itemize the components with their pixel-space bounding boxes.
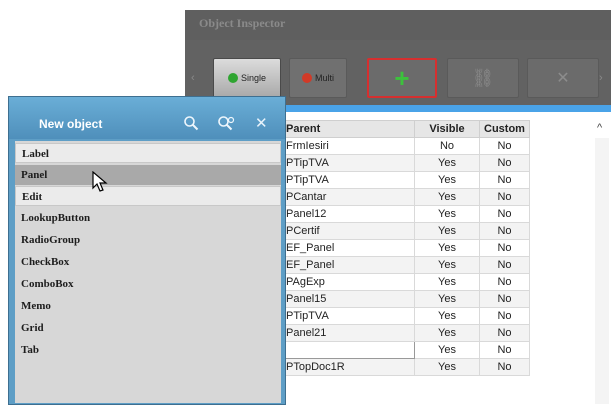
cell-parent[interactable]: Panel12 — [281, 205, 415, 223]
close-icon[interactable]: ✕ — [255, 114, 268, 132]
search-icon[interactable] — [183, 115, 199, 134]
single-icon — [227, 73, 238, 83]
cell-parent[interactable]: Panel21 — [281, 324, 415, 342]
cell-custom[interactable]: No — [479, 324, 530, 342]
panel-title: New object — [39, 117, 103, 131]
list-item[interactable]: Grid — [15, 318, 281, 338]
cell-custom[interactable]: No — [479, 290, 530, 308]
table-row[interactable]: PCertif Yes No — [281, 222, 530, 240]
cell-parent[interactable]: EF_Panel — [281, 256, 415, 274]
grid-header-row: Parent Visible Custom — [281, 120, 530, 138]
cell-custom[interactable]: No — [479, 307, 530, 325]
table-row[interactable]: Yes No — [281, 341, 530, 359]
new-object-header: New object ✕ — [9, 97, 285, 139]
search-settings-icon[interactable] — [217, 115, 235, 134]
cell-parent[interactable]: Panel15 — [281, 290, 415, 308]
cell-custom[interactable]: No — [479, 358, 530, 376]
multi-label: Multi — [314, 73, 334, 83]
list-item[interactable]: Tab — [15, 340, 281, 360]
link-icon: ⛓ — [471, 67, 495, 88]
single-button[interactable]: Single — [213, 58, 281, 98]
table-row[interactable]: EF_Panel Yes No — [281, 256, 530, 274]
table-row[interactable]: Panel15 Yes No — [281, 290, 530, 308]
list-item[interactable]: ComboBox — [15, 274, 281, 294]
table-row[interactable]: PTipTVA Yes No — [281, 307, 530, 325]
cell-visible[interactable]: Yes — [414, 324, 480, 342]
cell-custom[interactable]: No — [479, 205, 530, 223]
table-row[interactable]: PTipTVA Yes No — [281, 171, 530, 189]
delete-button[interactable]: ✕ — [527, 58, 599, 98]
chevron-up-icon[interactable]: ^ — [597, 122, 602, 134]
cell-custom[interactable]: No — [479, 273, 530, 291]
link-button[interactable]: ⛓ — [447, 58, 519, 98]
table-row[interactable]: PCantar Yes No — [281, 188, 530, 206]
multi-button[interactable]: Multi — [289, 58, 347, 98]
object-grid: Parent Visible Custom FrmIesiri No No PTipT… — [281, 120, 530, 376]
cell-visible[interactable]: Yes — [414, 341, 480, 359]
plus-icon: + — [394, 63, 410, 93]
cell-visible[interactable]: Yes — [414, 205, 480, 223]
table-row[interactable]: PTipTVA Yes No — [281, 154, 530, 172]
cell-parent[interactable]: PTipTVA — [281, 154, 415, 172]
cell-visible[interactable]: Yes — [414, 273, 480, 291]
list-item[interactable]: Memo — [15, 296, 281, 316]
new-object-panel: New object ✕ Label Panel Edit LookupButton R… — [8, 96, 286, 405]
cell-parent[interactable]: PCertif — [281, 222, 415, 240]
table-row[interactable]: PAgExp Yes No — [281, 273, 530, 291]
column-header-custom[interactable]: Custom — [479, 120, 530, 138]
mouse-cursor-icon — [92, 171, 108, 192]
cell-custom[interactable]: No — [479, 341, 530, 359]
cell-parent[interactable] — [281, 341, 415, 359]
cell-visible[interactable]: No — [414, 137, 480, 155]
scroll-left-arrow[interactable]: ‹ — [191, 58, 203, 98]
cell-parent[interactable]: PCantar — [281, 188, 415, 206]
cell-custom[interactable]: No — [479, 154, 530, 172]
cell-visible[interactable]: Yes — [414, 256, 480, 274]
column-header-parent[interactable]: Parent — [281, 120, 415, 138]
cell-visible[interactable]: Yes — [414, 222, 480, 240]
cell-visible[interactable]: Yes — [414, 171, 480, 189]
cell-parent[interactable]: PTipTVA — [281, 307, 415, 325]
list-item[interactable]: LookupButton — [15, 208, 281, 228]
list-item[interactable]: CheckBox — [15, 252, 281, 272]
column-header-visible[interactable]: Visible — [414, 120, 480, 138]
cell-visible[interactable]: Yes — [414, 307, 480, 325]
single-label: Single — [240, 73, 267, 83]
cell-visible[interactable]: Yes — [414, 358, 480, 376]
cell-custom[interactable]: No — [479, 137, 530, 155]
table-row[interactable]: PTopDoc1R Yes No — [281, 358, 530, 376]
object-type-list: Label Panel Edit LookupButton RadioGroup Chec… — [15, 141, 281, 403]
list-item[interactable]: RadioGroup — [15, 230, 281, 250]
cell-parent[interactable]: PAgExp — [281, 273, 415, 291]
cell-parent[interactable]: PTipTVA — [281, 171, 415, 189]
cell-custom[interactable]: No — [479, 222, 530, 240]
cell-parent[interactable]: EF_Panel — [281, 239, 415, 257]
cell-custom[interactable]: No — [479, 256, 530, 274]
list-item[interactable]: Panel — [15, 165, 281, 185]
close-icon: ✕ — [556, 70, 570, 87]
cell-parent[interactable]: FrmIesiri — [281, 137, 415, 155]
cell-visible[interactable]: Yes — [414, 290, 480, 308]
cell-visible[interactable]: Yes — [414, 239, 480, 257]
multi-icon — [301, 73, 312, 83]
cell-visible[interactable]: Yes — [414, 154, 480, 172]
add-object-button[interactable]: + — [367, 58, 437, 98]
vertical-scrollbar[interactable] — [595, 138, 609, 404]
table-row[interactable]: FrmIesiri No No — [281, 137, 530, 155]
table-row[interactable]: Panel21 Yes No — [281, 324, 530, 342]
list-item[interactable]: Edit — [15, 186, 281, 206]
list-item[interactable]: Label — [15, 143, 281, 163]
cell-parent[interactable]: PTopDoc1R — [281, 358, 415, 376]
cell-visible[interactable]: Yes — [414, 188, 480, 206]
cell-custom[interactable]: No — [479, 239, 530, 257]
cell-custom[interactable]: No — [479, 188, 530, 206]
table-row[interactable]: Panel12 Yes No — [281, 205, 530, 223]
window-title: Object Inspector — [185, 10, 611, 40]
cell-custom[interactable]: No — [479, 171, 530, 189]
scroll-right-arrow[interactable]: › — [599, 58, 609, 98]
table-row[interactable]: EF_Panel Yes No — [281, 239, 530, 257]
